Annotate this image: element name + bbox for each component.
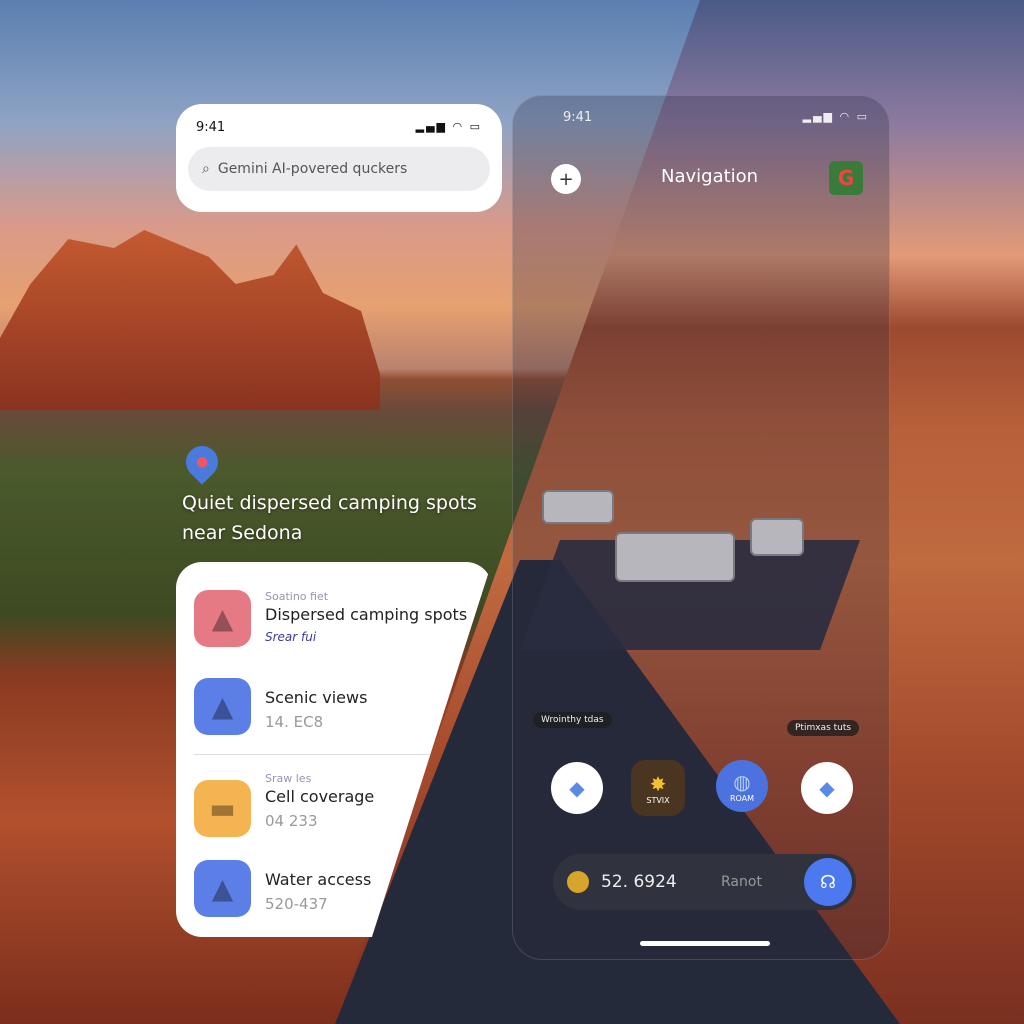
location-title: Quiet dispersed camping spots near Sedon… <box>182 492 477 544</box>
fab-label: STVIX <box>646 795 670 805</box>
maps-icon[interactable]: ◆ <box>801 762 853 814</box>
item-title: Scenic views <box>265 688 368 707</box>
mountain-icon: ▲ <box>194 678 251 735</box>
globe-icon: ◍ <box>733 769 751 794</box>
home-indicator[interactable] <box>640 941 770 946</box>
search-placeholder: Gemini AI-povered quckers <box>217 161 408 177</box>
item-value: 04 233 <box>265 812 318 830</box>
search-icon: ⌕ <box>202 161 210 177</box>
bottom-label: Ranot <box>721 874 762 890</box>
item-title: Dispersed camping spots <box>265 605 468 624</box>
tree-icon: ▲ <box>194 590 251 647</box>
divider <box>194 754 434 755</box>
coin-icon <box>567 871 589 893</box>
distance-value: 52. 6924 <box>601 872 677 892</box>
map-label: Wrointhy tdas <box>533 712 612 728</box>
section-label: Soatino fiet <box>265 590 329 603</box>
map-label: Ptimxas tuts <box>787 720 860 736</box>
section-label: Sraw les <box>265 772 312 785</box>
status-time: 9:41 <box>563 110 593 125</box>
list-item[interactable]: ▲ Scenic views 14. EC8 <box>194 678 367 735</box>
plus-icon[interactable]: + <box>551 164 581 194</box>
item-title: Water access <box>265 870 372 889</box>
mountain-icon: ▲ <box>194 860 251 917</box>
star-icon: ✸ <box>649 771 667 796</box>
maps-icon[interactable]: ◆ <box>551 762 603 814</box>
fab-label: ROAM <box>729 793 755 803</box>
list-item[interactable]: ▬ Sraw les Cell coverage 04 233 <box>194 772 374 837</box>
page-title: Navigation <box>661 166 759 187</box>
navigation-phone: 9:41 ▂▄▆ ◠ ▭ + Navigation G Wrointhy tdas… <box>512 95 890 960</box>
star-button[interactable]: ✸ STVIX <box>631 760 685 816</box>
status-time: 9:41 <box>196 120 226 135</box>
status-icons: ▂▄▆ ◠ ▭ <box>802 110 869 123</box>
bottom-bar: 52. 6924 Ranot ☊ <box>553 854 856 910</box>
list-item[interactable]: ▲ Water access 520-437 <box>194 860 371 917</box>
item-value: 14. EC8 <box>265 713 324 731</box>
google-logo[interactable]: G <box>829 161 863 195</box>
item-title: Cell coverage <box>265 787 375 806</box>
rv-icon: ▬ <box>194 780 251 837</box>
globe-button[interactable]: ◍ ROAM <box>716 760 768 812</box>
item-value: 520-437 <box>265 895 328 913</box>
status-icons: ▂▄▆ ◠ ▭ <box>415 120 482 133</box>
search-input[interactable]: ⌕ Gemini AI-povered quckers <box>188 147 490 191</box>
item-link[interactable]: Srear fui <box>265 630 467 644</box>
navigate-icon[interactable]: ☊ <box>804 858 852 906</box>
search-card: 9:41 ▂▄▆ ◠ ▭ ⌕ Gemini AI-povered quckers <box>176 104 502 212</box>
list-item[interactable]: ▲ Soatino fiet Dispersed camping spots Sre… <box>194 590 467 647</box>
